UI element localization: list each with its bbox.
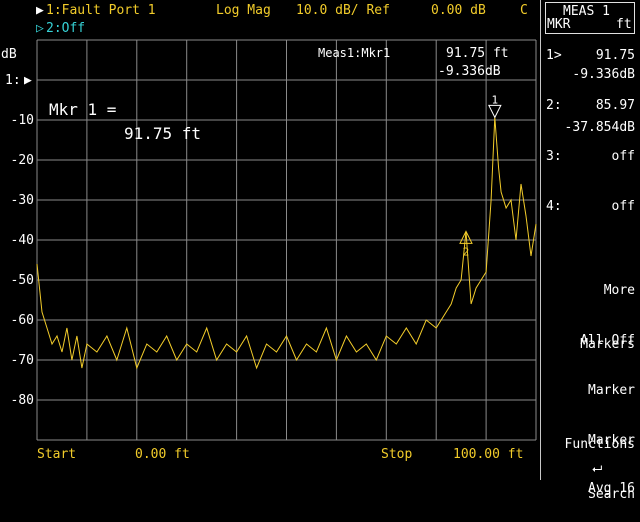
- marker2-label[interactable]: 2:: [546, 98, 562, 113]
- y-tick-label: -60: [11, 313, 34, 328]
- marker3-value[interactable]: off: [612, 149, 635, 164]
- marker3-label[interactable]: 3:: [546, 149, 562, 164]
- readout-x: 91.75 ft: [446, 46, 509, 61]
- y-tick-label: -20: [11, 153, 34, 168]
- marker2-x[interactable]: 85.97: [596, 98, 635, 113]
- marker1-y[interactable]: -9.336dB: [572, 67, 635, 82]
- stop-value[interactable]: 100.00 ft: [453, 447, 523, 462]
- readout-name: Meas1:Mkr1: [318, 46, 391, 60]
- marker1-label[interactable]: 1>: [546, 48, 562, 63]
- marker-1-triangle: [488, 104, 502, 119]
- marker-1-label: 1: [492, 93, 499, 106]
- y-tick-label: -50: [11, 273, 34, 288]
- marker2-y[interactable]: -37.854dB: [565, 120, 635, 135]
- marker4-label[interactable]: 4:: [546, 199, 562, 214]
- y-tick-label: -40: [11, 233, 34, 248]
- y-ticks: -10 -20 -30 -40 -50 -60 -70 -80: [11, 113, 34, 408]
- y-tick-label: -10: [11, 113, 34, 128]
- menu-subtitle-left: MKR: [547, 17, 571, 32]
- big-marker-line2: 91.75 ft: [124, 124, 202, 143]
- y-tick-label: -70: [11, 353, 34, 368]
- menu-title-box: MEAS 1 MKR ft: [545, 2, 635, 34]
- marker-2-label: 2: [463, 245, 470, 258]
- start-label: Start: [37, 447, 77, 462]
- avg-label: Avg 16: [588, 481, 635, 496]
- big-marker-line1: Mkr 1 =: [49, 100, 117, 119]
- avg-indicator: Avg 16: [588, 444, 635, 516]
- y-tick-label: -30: [11, 193, 34, 208]
- trace-chart[interactable]: -10 -20 -30 -40 -50 -60 -70 -80 1 2: [0, 0, 640, 480]
- return-icon[interactable]: ⮠: [592, 462, 602, 477]
- sidebar-divider: [540, 0, 541, 480]
- y-tick-label: -80: [11, 393, 34, 408]
- readout-y: -9.336dB: [438, 64, 501, 79]
- stop-label: Stop: [381, 447, 413, 462]
- menu-subtitle-right: ft: [616, 17, 632, 32]
- marker4-value[interactable]: off: [612, 199, 635, 214]
- start-value[interactable]: 0.00 ft: [135, 447, 190, 462]
- marker1-x[interactable]: 91.75: [596, 48, 635, 63]
